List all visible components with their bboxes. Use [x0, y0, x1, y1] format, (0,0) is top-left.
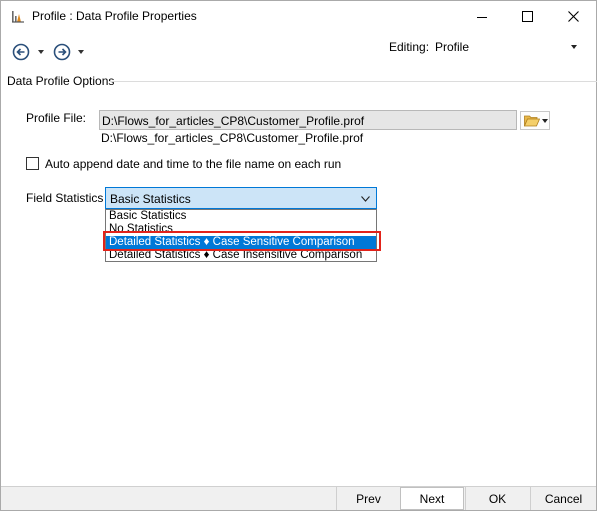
- chevron-down-icon: [571, 45, 577, 49]
- profile-file-label: Profile File:: [26, 111, 87, 125]
- browse-dropdown-caret-icon: [542, 119, 548, 123]
- properties-window: Profile : Data Profile Properties Editin…: [0, 0, 597, 511]
- field-statistics-select[interactable]: Basic Statistics: [105, 187, 377, 209]
- close-icon: [567, 11, 579, 22]
- cancel-button[interactable]: Cancel: [530, 487, 596, 510]
- field-statistics-label: Field Statistics :: [26, 191, 111, 205]
- dropdown-option-none[interactable]: No Statistics: [106, 223, 376, 236]
- editing-select-value: Profile: [435, 40, 470, 54]
- field-statistics-dropdown-list: Basic Statistics No Statistics Detailed …: [105, 209, 377, 262]
- editing-select[interactable]: Profile: [432, 37, 582, 57]
- maximize-icon: [521, 11, 533, 22]
- auto-append-label[interactable]: Auto append date and time to the file na…: [45, 157, 341, 171]
- close-button[interactable]: [550, 1, 596, 32]
- folder-icon: [524, 115, 540, 127]
- forward-arrow-icon[interactable]: [53, 43, 71, 61]
- dropdown-option-detailed-case-sensitive[interactable]: Detailed Statistics ♦ Case Sensitive Com…: [106, 236, 376, 249]
- group-divider: [109, 81, 597, 82]
- window-title: Profile : Data Profile Properties: [32, 9, 197, 23]
- back-dropdown-caret-icon[interactable]: [38, 50, 44, 54]
- maximize-button[interactable]: [504, 1, 550, 32]
- minimize-button[interactable]: [459, 1, 505, 32]
- profile-app-icon: [12, 11, 24, 23]
- chevron-down-icon: [361, 196, 370, 202]
- field-statistics-selected: Basic Statistics: [110, 192, 191, 206]
- browse-folder-button[interactable]: [520, 111, 550, 130]
- group-title: Data Profile Options: [7, 74, 117, 88]
- minimize-icon: [477, 16, 487, 18]
- ok-button[interactable]: OK: [465, 487, 529, 510]
- dropdown-option-basic[interactable]: Basic Statistics: [106, 210, 376, 223]
- forward-dropdown-caret-icon[interactable]: [78, 50, 84, 54]
- editing-label: Editing:: [389, 40, 430, 54]
- title-bar: Profile : Data Profile Properties: [1, 1, 596, 32]
- next-button[interactable]: Next: [400, 487, 464, 510]
- auto-append-checkbox[interactable]: [26, 157, 39, 170]
- profile-file-path-text: D:\Flows_for_articles_CP8\Customer_Profi…: [101, 131, 364, 145]
- prev-button[interactable]: Prev: [336, 487, 400, 510]
- profile-file-input[interactable]: D:\Flows_for_articles_CP8\Customer_Profi…: [99, 110, 517, 130]
- back-arrow-icon[interactable]: [12, 43, 30, 61]
- dropdown-option-detailed-case-insensitive[interactable]: Detailed Statistics ♦ Case Insensitive C…: [106, 249, 376, 262]
